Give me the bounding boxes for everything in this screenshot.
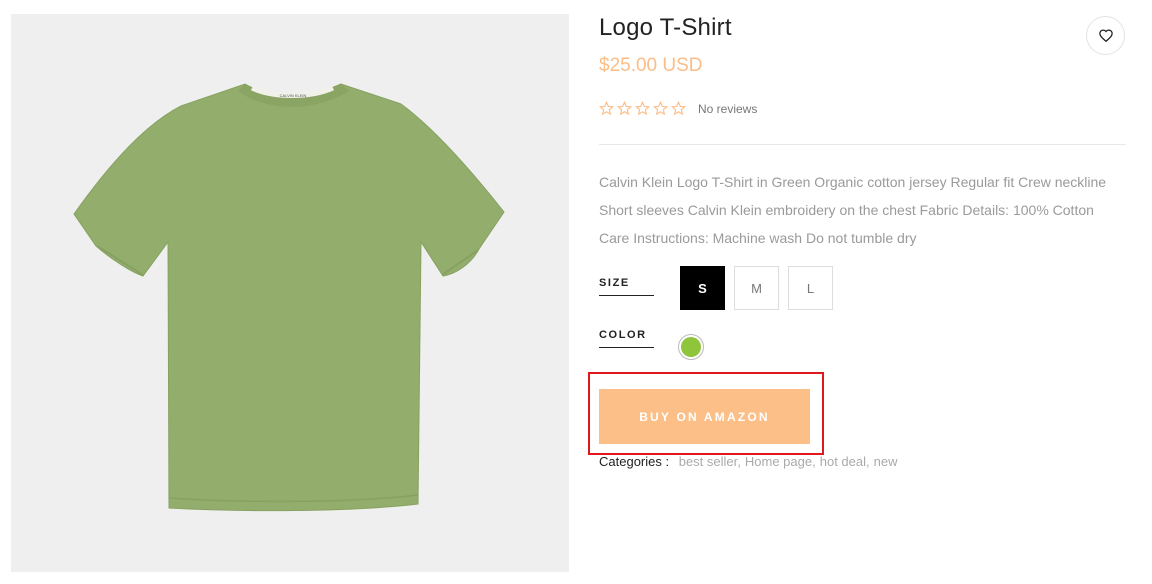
product-image[interactable]: CALVIN KLEIN [11,14,569,572]
color-label: COLOR [599,329,654,348]
buy-on-amazon-button[interactable]: BUY ON AMAZON [599,389,810,444]
size-option-l[interactable]: L [788,266,833,310]
heart-icon [1098,29,1113,42]
color-swatch-green[interactable] [678,334,704,360]
category-link[interactable]: Home page [745,454,812,469]
category-link[interactable]: new [874,454,898,469]
star-icon [635,101,650,116]
size-option-s[interactable]: S [680,266,725,310]
rating: No reviews [599,101,757,116]
product-price: $25.00 USD [599,55,703,76]
size-label: SIZE [599,277,654,296]
category-link[interactable]: best seller [679,454,738,469]
category-link[interactable]: hot deal [820,454,866,469]
category-separator: , [812,454,816,469]
collar-label: CALVIN KLEIN [280,93,307,98]
product-title: Logo T-Shirt [599,14,732,41]
reviews-count[interactable]: No reviews [698,102,757,116]
rating-stars [599,101,686,116]
star-icon [617,101,632,116]
product-description: Calvin Klein Logo T-Shirt in Green Organ… [599,174,1107,246]
category-separator: , [737,454,741,469]
categories: Categories : best seller, Home page, hot d… [599,454,897,469]
categories-list: best seller, Home page, hot deal, new [679,454,898,469]
category-separator: , [866,454,870,469]
star-icon [671,101,686,116]
categories-label: Categories : [599,454,670,469]
color-swatch-dot [681,337,701,357]
size-option-m[interactable]: M [734,266,779,310]
product-page: CALVIN KLEIN Logo T-Shirt $25.00 USD No … [0,0,1152,584]
size-options: SML [680,266,833,310]
t-shirt-image: CALVIN KLEIN [73,83,505,512]
wishlist-button[interactable] [1086,16,1125,55]
star-icon [653,101,668,116]
star-icon [599,101,614,116]
divider [599,144,1126,145]
